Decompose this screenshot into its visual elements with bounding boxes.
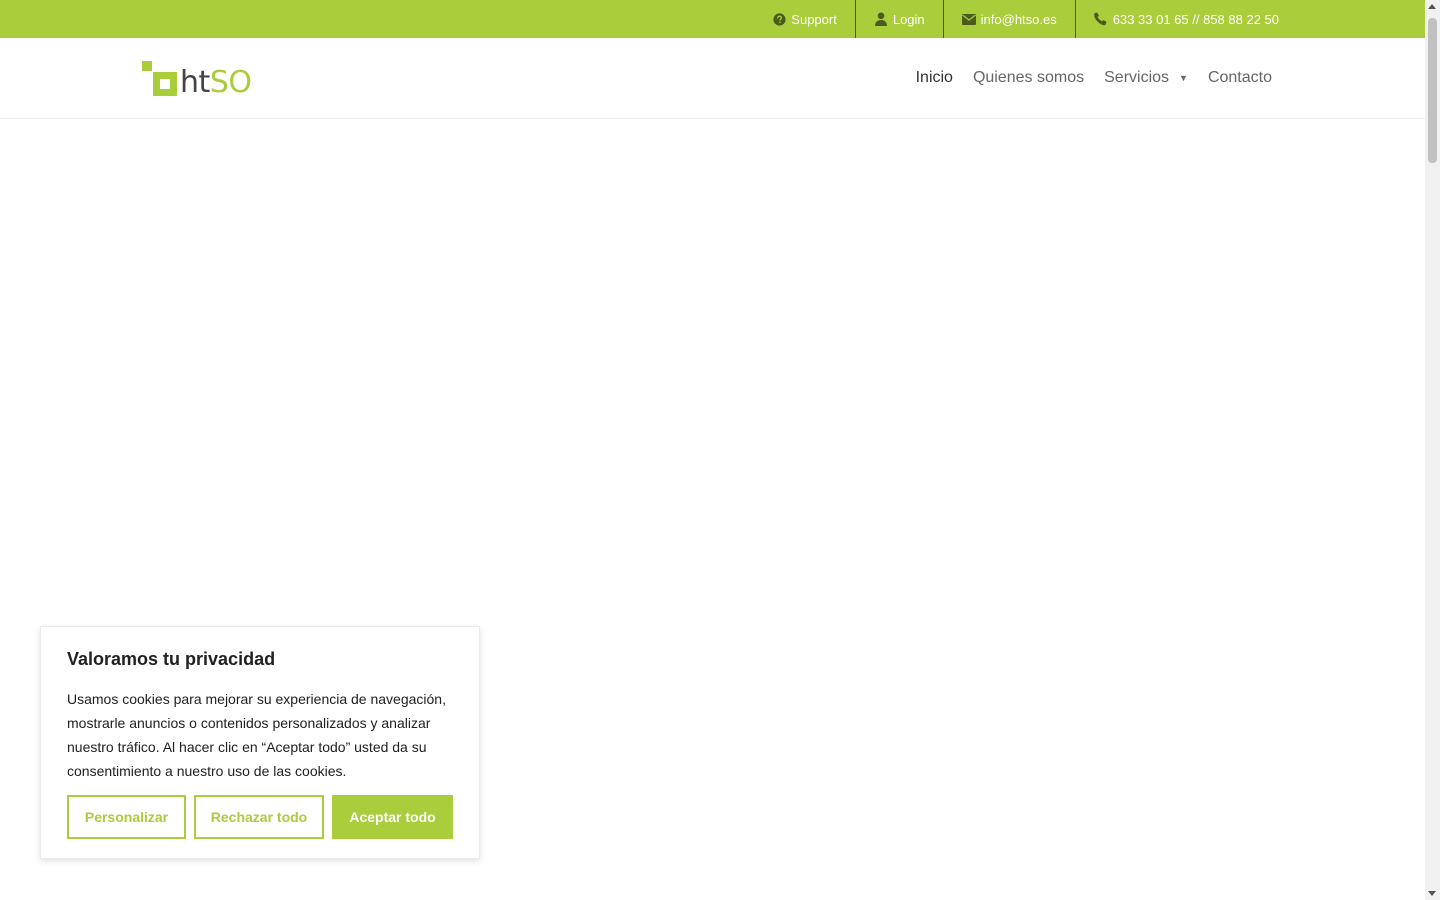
- scroll-down-arrow-icon[interactable]: [1428, 891, 1436, 896]
- question-circle-icon: [772, 12, 786, 26]
- nav-item-quienes-somos[interactable]: Quienes somos: [973, 69, 1084, 87]
- logo-text: htSO: [180, 65, 252, 100]
- support-label: Support: [791, 11, 837, 27]
- caret-down-icon: ▼: [1179, 73, 1188, 83]
- user-icon: [874, 12, 888, 26]
- phone-label: 633 33 01 65 // 858 88 22 50: [1112, 11, 1279, 27]
- nav-item-servicios[interactable]: Servicios ▼: [1104, 69, 1188, 87]
- site-header: htSO Inicio Quienes somos Servicios ▼ Co…: [0, 38, 1425, 119]
- nav-item-servicios-label: Servicios: [1104, 69, 1170, 86]
- customize-button[interactable]: Personalizar: [67, 795, 186, 839]
- login-link[interactable]: Login: [854, 0, 943, 38]
- scroll-thumb[interactable]: [1428, 18, 1437, 163]
- login-label: Login: [892, 11, 925, 27]
- envelope-icon: [961, 12, 976, 26]
- cookie-text: Usamos cookies para mejorar su experienc…: [67, 691, 446, 779]
- cookie-title: Valoramos tu privacidad: [67, 649, 276, 669]
- support-link[interactable]: Support: [754, 0, 855, 38]
- cookie-buttons: Personalizar Rechazar todo Aceptar todo: [67, 795, 461, 839]
- accept-all-button[interactable]: Aceptar todo: [332, 795, 453, 839]
- nav-item-inicio[interactable]: Inicio: [916, 69, 953, 87]
- main-nav: Inicio Quienes somos Servicios ▼ Contact…: [896, 38, 1272, 118]
- site-logo[interactable]: htSO: [142, 57, 252, 100]
- top-bar: Support Login info@htso.es 633 33 01 65 …: [0, 0, 1425, 38]
- page: Support Login info@htso.es 633 33 01 65 …: [0, 0, 1425, 900]
- phone-icon: [1093, 12, 1108, 26]
- logo-mark-icon: [142, 61, 178, 97]
- scroll-up-arrow-icon[interactable]: [1428, 4, 1436, 9]
- email-link[interactable]: info@htso.es: [942, 0, 1075, 38]
- email-label: info@htso.es: [980, 11, 1057, 27]
- nav-item-contacto[interactable]: Contacto: [1208, 69, 1272, 87]
- reject-all-button[interactable]: Rechazar todo: [194, 795, 324, 839]
- cookie-consent-banner: Valoramos tu privacidad Usamos cookies p…: [40, 626, 480, 859]
- phone-link[interactable]: 633 33 01 65 // 858 88 22 50: [1074, 0, 1279, 38]
- top-bar-links: Support Login info@htso.es 633 33 01 65 …: [754, 0, 1279, 38]
- page-scrollbar[interactable]: [1425, 0, 1440, 900]
